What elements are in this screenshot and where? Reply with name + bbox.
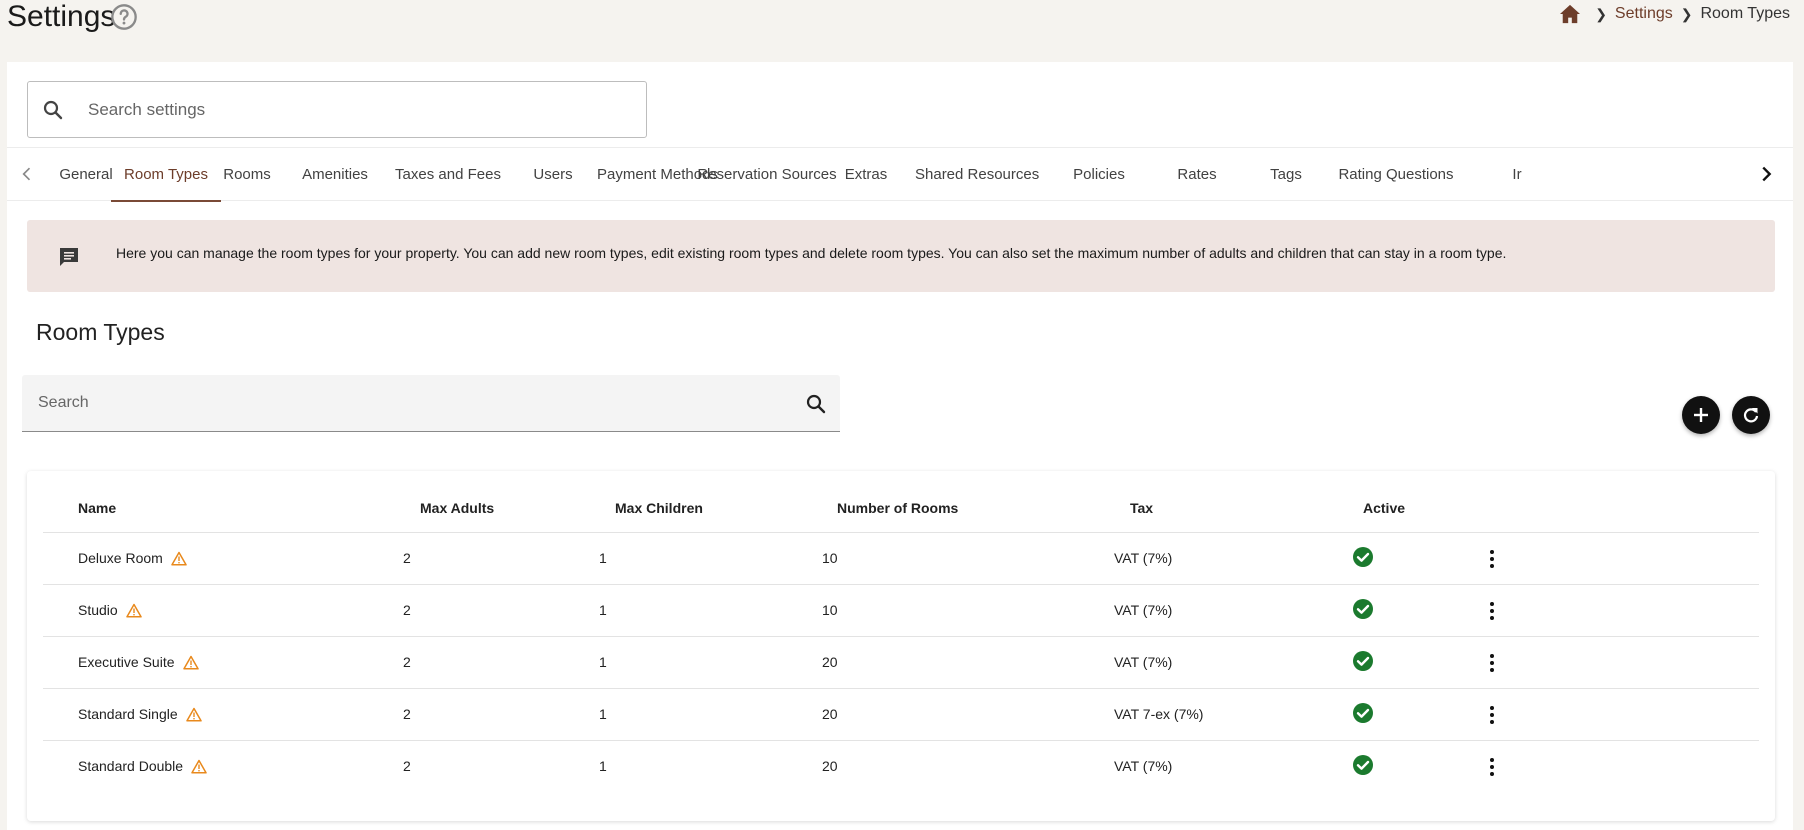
table-row[interactable]: Standard Double 2 1 20 VAT (7%) xyxy=(43,741,1759,793)
cell-max-adults: 2 xyxy=(403,706,411,722)
room-type-name: Studio xyxy=(78,602,118,618)
table-search-field[interactable]: Search xyxy=(22,375,840,432)
info-text: Here you can manage the room types for y… xyxy=(116,245,1507,261)
cell-max-children: 1 xyxy=(599,758,607,774)
tab-users[interactable]: Users xyxy=(523,148,583,202)
search-icon xyxy=(43,100,63,120)
cell-number-of-rooms: 10 xyxy=(822,550,838,566)
check-circle-icon xyxy=(1353,703,1373,723)
table-header: Name Max Adults Max Children Number of R… xyxy=(43,471,1759,533)
cell-max-adults: 2 xyxy=(403,550,411,566)
cell-name: Standard Single xyxy=(78,706,202,722)
more-vert-icon[interactable] xyxy=(1480,703,1504,727)
column-header-max-adults[interactable]: Max Adults xyxy=(420,500,494,516)
settings-tabs: General Room Types Rooms Amenities Taxes and… xyxy=(7,147,1793,202)
more-vert-icon[interactable] xyxy=(1480,651,1504,675)
room-type-name: Executive Suite xyxy=(78,654,175,670)
cell-tax: VAT 7-ex (7%) xyxy=(1114,706,1204,722)
settings-card: Search settings General Room Types Rooms Am… xyxy=(7,62,1793,830)
check-circle-icon xyxy=(1353,599,1373,619)
tab-taxes-and-fees[interactable]: Taxes and Fees xyxy=(393,148,503,202)
cell-number-of-rooms: 20 xyxy=(822,706,838,722)
cell-tax: VAT (7%) xyxy=(1114,550,1173,566)
tab-extras[interactable]: Extras xyxy=(837,148,895,202)
search-settings-input[interactable]: Search settings xyxy=(88,100,205,120)
room-type-name: Deluxe Room xyxy=(78,550,163,566)
cell-max-children: 1 xyxy=(599,654,607,670)
more-vert-icon[interactable] xyxy=(1480,547,1504,571)
breadcrumb: ❯ Settings ❯ Room Types xyxy=(1559,4,1790,24)
cell-number-of-rooms: 10 xyxy=(822,602,838,618)
tab-rating-questions[interactable]: Rating Questions xyxy=(1337,148,1455,202)
column-header-max-children[interactable]: Max Children xyxy=(615,500,703,516)
table-row[interactable]: Deluxe Room 2 1 10 VAT (7%) xyxy=(43,533,1759,585)
tab-rates[interactable]: Rates xyxy=(1167,148,1227,202)
cell-name: Studio xyxy=(78,602,142,618)
cell-tax: VAT (7%) xyxy=(1114,654,1173,670)
room-type-name: Standard Double xyxy=(78,758,184,774)
chevron-left-icon[interactable] xyxy=(17,164,37,184)
tab-ir[interactable]: Ir xyxy=(1497,148,1537,202)
cell-tax: VAT (7%) xyxy=(1114,602,1173,618)
check-circle-icon xyxy=(1353,755,1373,775)
cell-name: Executive Suite xyxy=(78,654,199,670)
column-header-tax[interactable]: Tax xyxy=(1130,500,1153,516)
tab-policies[interactable]: Policies xyxy=(1064,148,1134,202)
info-box: Here you can manage the room types for y… xyxy=(27,220,1775,292)
help-icon[interactable] xyxy=(110,3,138,31)
table-search-input[interactable]: Search xyxy=(38,394,89,412)
cell-number-of-rooms: 20 xyxy=(822,758,838,774)
check-circle-icon xyxy=(1353,651,1373,671)
check-circle-icon xyxy=(1353,547,1373,567)
breadcrumb-separator-icon: ❯ xyxy=(1680,5,1693,22)
more-vert-icon[interactable] xyxy=(1480,755,1504,779)
column-header-number-of-rooms[interactable]: Number of Rooms xyxy=(837,500,958,516)
cell-max-children: 1 xyxy=(599,550,607,566)
column-header-name[interactable]: Name xyxy=(78,500,116,516)
cell-tax: VAT (7%) xyxy=(1114,758,1173,774)
more-vert-icon[interactable] xyxy=(1480,599,1504,623)
cell-max-adults: 2 xyxy=(403,654,411,670)
cell-number-of-rooms: 20 xyxy=(822,654,838,670)
tab-rooms[interactable]: Rooms xyxy=(217,148,277,202)
top-header: Settings ❯ Settings ❯ Room Types xyxy=(0,0,1804,60)
warning-icon[interactable] xyxy=(125,603,142,618)
breadcrumb-current: Room Types xyxy=(1700,5,1790,22)
cell-max-children: 1 xyxy=(599,602,607,618)
table-row[interactable]: Studio 2 1 10 VAT (7%) xyxy=(43,585,1759,637)
tab-reservation-sources[interactable]: Reservation Sources xyxy=(697,148,837,202)
warning-icon[interactable] xyxy=(182,655,199,670)
warning-icon[interactable] xyxy=(191,759,207,774)
message-icon xyxy=(60,248,78,266)
search-icon[interactable] xyxy=(804,392,828,416)
column-header-active[interactable]: Active xyxy=(1363,500,1405,516)
tab-amenities[interactable]: Amenities xyxy=(295,148,375,202)
add-room-type-button[interactable] xyxy=(1682,396,1720,434)
home-icon[interactable] xyxy=(1559,4,1581,24)
table-row[interactable]: Executive Suite 2 1 20 VAT (7%) xyxy=(43,637,1759,689)
search-settings-field[interactable]: Search settings xyxy=(27,81,647,138)
tab-list: General Room Types Rooms Amenities Taxes and… xyxy=(47,148,1759,202)
cell-max-adults: 2 xyxy=(403,758,411,774)
breadcrumb-separator-icon: ❯ xyxy=(1595,5,1607,22)
refresh-icon xyxy=(1743,408,1759,423)
room-types-table: Name Max Adults Max Children Number of R… xyxy=(27,471,1775,821)
plus-icon xyxy=(1694,408,1708,422)
cell-max-children: 1 xyxy=(599,706,607,722)
tab-tags[interactable]: Tags xyxy=(1255,148,1317,202)
cell-max-adults: 2 xyxy=(403,602,411,618)
room-type-name: Standard Single xyxy=(78,706,178,722)
chevron-right-icon[interactable] xyxy=(1755,163,1777,185)
cell-name: Deluxe Room xyxy=(78,550,187,566)
breadcrumb-settings-link[interactable]: Settings xyxy=(1615,5,1673,23)
tab-room-types[interactable]: Room Types xyxy=(111,148,221,202)
warning-icon[interactable] xyxy=(185,707,202,722)
section-title: Room Types xyxy=(36,319,165,345)
cell-name: Standard Double xyxy=(78,758,207,774)
page-title: Settings xyxy=(7,0,116,33)
tab-shared-resources[interactable]: Shared Resources xyxy=(915,148,1039,202)
warning-icon[interactable] xyxy=(171,551,187,566)
table-row[interactable]: Standard Single 2 1 20 VAT 7-ex (7%) xyxy=(43,689,1759,741)
refresh-button[interactable] xyxy=(1732,396,1770,434)
